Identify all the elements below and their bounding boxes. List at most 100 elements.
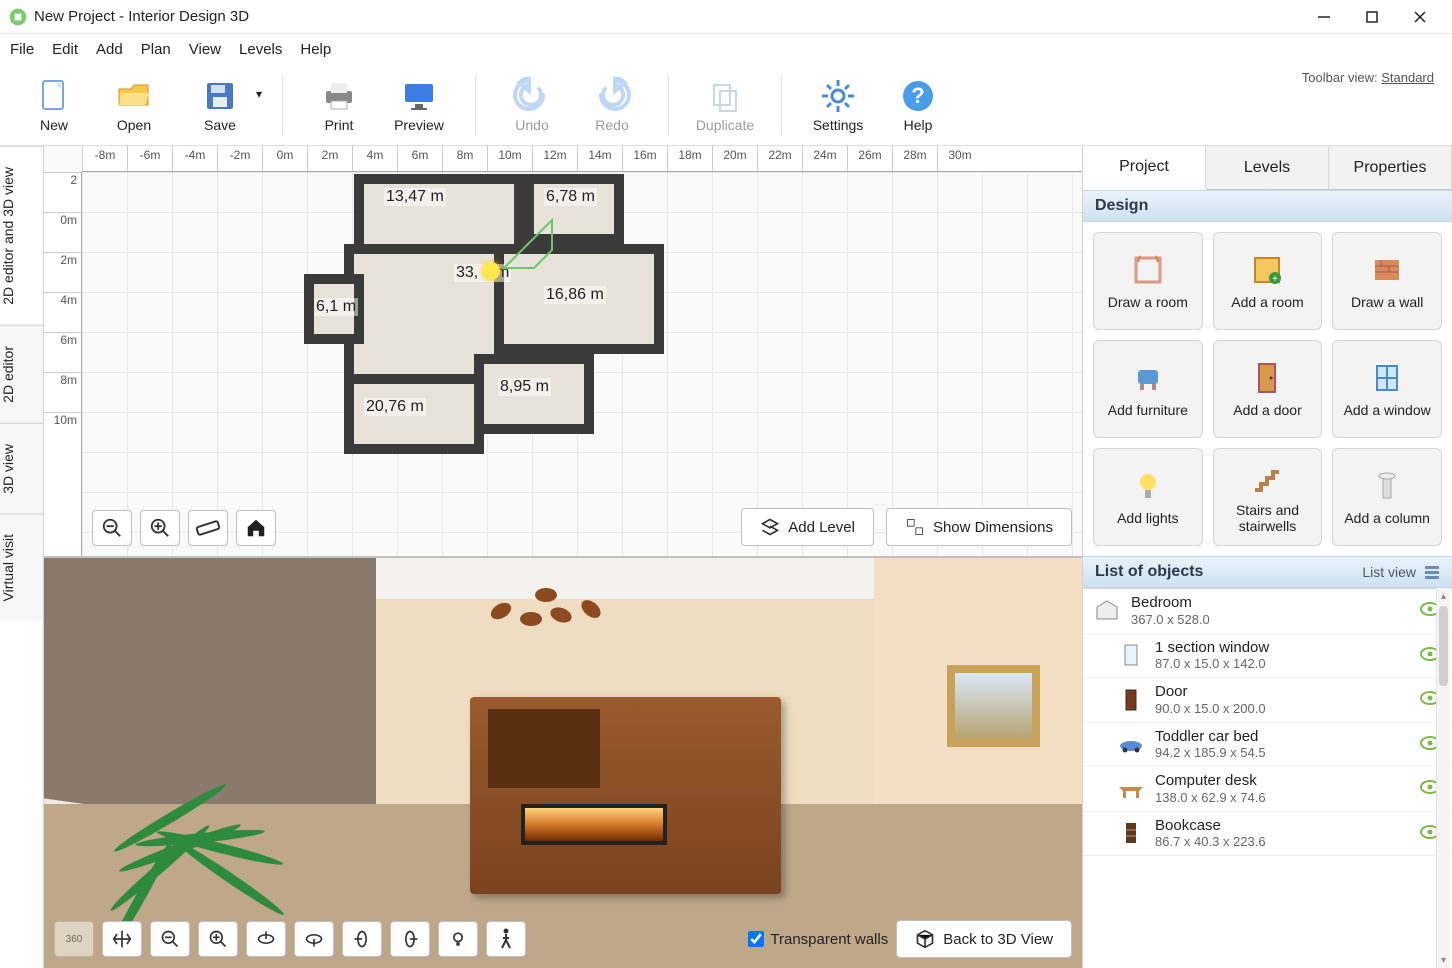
object-dimensions: 94.2 x 185.9 x 54.5 (1155, 745, 1410, 760)
ruler-tick: 0m (44, 212, 81, 252)
ruler-tick: 2 (44, 172, 81, 212)
ruler-tick: -6m (127, 146, 172, 171)
design-btn-stairs-and-stairwells[interactable]: Stairs and stairwells (1213, 448, 1323, 546)
zoom-in-button[interactable] (140, 510, 180, 546)
view-top-button[interactable] (246, 921, 286, 957)
ruler-tick: -8m (82, 146, 127, 171)
menu-levels[interactable]: Levels (239, 41, 282, 58)
home-button[interactable] (236, 510, 276, 546)
object-dimensions: 138.0 x 62.9 x 74.6 (1155, 790, 1410, 805)
zoom-out-3d-button[interactable] (150, 921, 190, 957)
room-area-label: 16,86 m (544, 286, 606, 304)
objects-scrollbar[interactable]: ▴ ▾ (1436, 588, 1450, 968)
view-360-button[interactable]: 360 (54, 921, 94, 957)
object-icon (1093, 599, 1121, 623)
ruler-tick: 22m (757, 146, 802, 171)
side-tab-2d-3d[interactable]: 2D editor and 3D view (0, 146, 43, 325)
list-view-icon[interactable] (1424, 564, 1440, 580)
toolbar-view-label: Toolbar view: Standard (1302, 70, 1434, 85)
menu-view[interactable]: View (189, 41, 221, 58)
view-right-button[interactable] (390, 921, 430, 957)
ruler-tick: 8m (442, 146, 487, 171)
object-row[interactable]: Door90.0 x 15.0 x 200.0 (1083, 678, 1452, 723)
object-row[interactable]: Bedroom367.0 x 528.0 (1083, 589, 1452, 634)
menu-edit[interactable]: Edit (52, 41, 78, 58)
maximize-button[interactable] (1348, 0, 1396, 34)
layers-plus-icon (760, 517, 780, 537)
plan-2d-viewport[interactable]: -8m-6m-4m-2m0m2m4m6m8m10m12m14m16m18m20m… (44, 146, 1082, 558)
zoom-in-3d-button[interactable] (198, 921, 238, 957)
gear-icon (819, 77, 857, 115)
undo-button[interactable]: Undo (492, 69, 572, 141)
design-btn-add-lights[interactable]: Add lights (1093, 448, 1203, 546)
ruler-tick: 18m (667, 146, 712, 171)
redo-button[interactable]: Redo (572, 69, 652, 141)
floorplan[interactable]: 13,47 m 6,78 m 33, 9 m 16,86 m 6,1 m 20,… (344, 174, 684, 464)
ruler-tick: 14m (577, 146, 622, 171)
design-btn-label: Add a window (1344, 402, 1431, 418)
close-button[interactable] (1396, 0, 1444, 34)
new-button[interactable]: New (14, 69, 94, 141)
tab-project[interactable]: Project (1083, 146, 1206, 190)
show-dimensions-button[interactable]: Show Dimensions (886, 508, 1072, 546)
object-row[interactable]: Toddler car bed94.2 x 185.9 x 54.5 (1083, 723, 1452, 768)
design-btn-add-a-room[interactable]: +Add a room (1213, 232, 1323, 330)
transparent-walls-checkbox[interactable]: Transparent walls (748, 931, 888, 948)
design-btn-label: Add a door (1233, 402, 1302, 418)
zoom-out-button[interactable] (92, 510, 132, 546)
walk-button[interactable] (486, 921, 526, 957)
minimize-button[interactable] (1300, 0, 1348, 34)
settings-button[interactable]: Settings (798, 69, 878, 141)
objects-section-header: List of objects List view (1083, 556, 1452, 588)
lighting-button[interactable] (438, 921, 478, 957)
design-btn-draw-a-room[interactable]: Draw a room (1093, 232, 1203, 330)
tab-levels[interactable]: Levels (1206, 146, 1329, 189)
measure-button[interactable] (188, 510, 228, 546)
pan-button[interactable] (102, 921, 142, 957)
main-toolbar: Toolbar view: Standard New Open Save Pri… (0, 64, 1452, 146)
tab-properties[interactable]: Properties (1329, 146, 1452, 189)
design-btn-add-a-window[interactable]: Add a window (1332, 340, 1442, 438)
side-tab-virtual-visit[interactable]: Virtual visit (0, 513, 43, 621)
preview-button[interactable]: Preview (379, 69, 459, 141)
scene-tv (521, 804, 666, 845)
design-btn-icon (1249, 460, 1285, 496)
side-tab-2d-editor[interactable]: 2D editor (0, 325, 43, 423)
side-tab-3d-view[interactable]: 3D view (0, 423, 43, 514)
design-btn-add-a-door[interactable]: Add a door (1213, 340, 1323, 438)
plan-3d-viewport[interactable]: 360 Transparent walls Back to 3D View (44, 558, 1082, 968)
menu-add[interactable]: Add (96, 41, 123, 58)
duplicate-icon (706, 77, 744, 115)
scroll-down-arrow[interactable]: ▾ (1437, 952, 1450, 968)
view-left-button[interactable] (342, 921, 382, 957)
scrollbar-thumb[interactable] (1439, 606, 1448, 686)
menu-file[interactable]: File (10, 41, 34, 58)
back-to-3d-button[interactable]: Back to 3D View (896, 920, 1072, 958)
object-row[interactable]: Computer desk138.0 x 62.9 x 74.6 (1083, 767, 1452, 812)
design-btn-add-a-column[interactable]: Add a column (1332, 448, 1442, 546)
save-button[interactable]: Save (174, 69, 266, 141)
design-btn-label: Add a column (1344, 510, 1430, 526)
view-front-button[interactable] (294, 921, 334, 957)
toolbar-view-link[interactable]: Standard (1381, 70, 1434, 85)
ruler-tick: -2m (217, 146, 262, 171)
help-button[interactable]: ? Help (878, 69, 958, 141)
object-row[interactable]: 1 section window87.0 x 15.0 x 142.0 (1083, 634, 1452, 679)
print-button[interactable]: Print (299, 69, 379, 141)
object-row[interactable]: Bookcase86.7 x 40.3 x 223.6 (1083, 812, 1452, 857)
duplicate-button[interactable]: Duplicate (685, 69, 765, 141)
scene-plant (65, 771, 293, 943)
design-btn-add-furniture[interactable]: Add furniture (1093, 340, 1203, 438)
add-level-button[interactable]: Add Level (741, 508, 874, 546)
menu-plan[interactable]: Plan (141, 41, 171, 58)
menu-help[interactable]: Help (300, 41, 331, 58)
scroll-up-arrow[interactable]: ▴ (1437, 588, 1450, 604)
dimensions-icon (905, 517, 925, 537)
ruler-tick: 4m (352, 146, 397, 171)
design-btn-draw-a-wall[interactable]: Draw a wall (1332, 232, 1442, 330)
transparent-walls-input[interactable] (748, 931, 764, 947)
new-file-icon (35, 77, 73, 115)
objects-list[interactable]: Bedroom367.0 x 528.01 section window87.0… (1083, 588, 1452, 968)
open-button[interactable]: Open (94, 69, 174, 141)
list-view-toggle[interactable]: List view (1362, 564, 1416, 580)
